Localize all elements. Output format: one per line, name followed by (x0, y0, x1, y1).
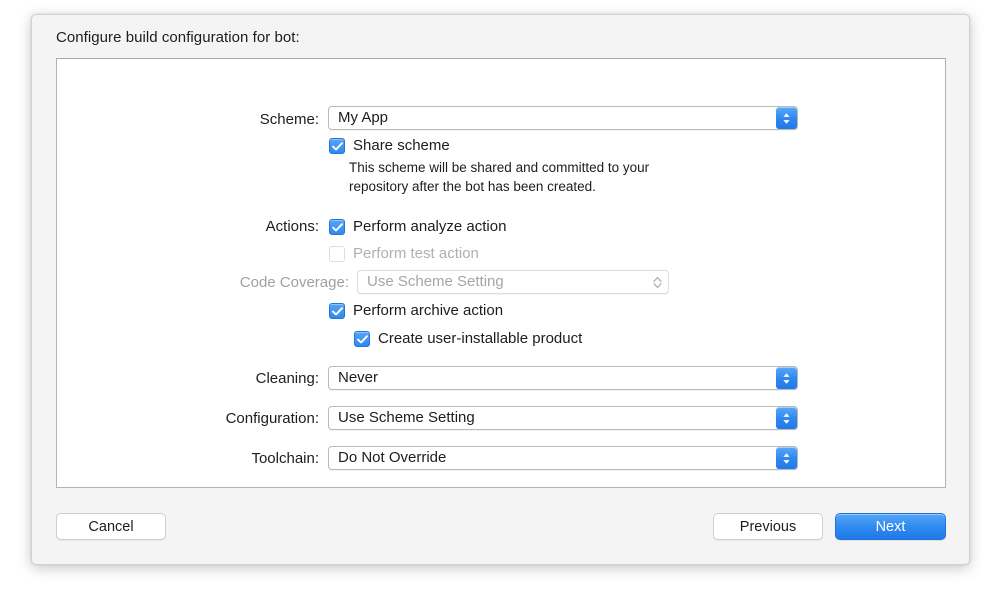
code-coverage-stepper-icon (647, 271, 668, 293)
perform-archive-action-row[interactable]: Perform archive action (329, 301, 503, 321)
configure-bot-dialog: Configure build configuration for bot: S… (31, 14, 970, 565)
configuration-popup-value: Use Scheme Setting (329, 407, 776, 429)
screen: Configure build configuration for bot: S… (0, 0, 1000, 602)
cleaning-popup-button[interactable]: Never (328, 366, 798, 390)
toolchain-label: Toolchain: (57, 450, 319, 467)
code-coverage-label: Code Coverage: (237, 274, 349, 291)
scheme-stepper-icon[interactable] (776, 107, 797, 129)
next-button[interactable]: Next (835, 513, 946, 540)
code-coverage-popup-button: Use Scheme Setting (357, 270, 669, 294)
share-scheme-help-text: This scheme will be shared and committed… (349, 158, 729, 196)
scheme-popup-value: My App (329, 107, 776, 129)
scheme-popup-button[interactable]: My App (328, 106, 798, 130)
perform-analyze-action-row[interactable]: Perform analyze action (329, 217, 506, 237)
perform-test-action-label: Perform test action (353, 244, 479, 264)
perform-archive-action-checkbox[interactable] (329, 303, 345, 319)
previous-button[interactable]: Previous (713, 513, 823, 540)
actions-label: Actions: (57, 218, 319, 235)
cleaning-label: Cleaning: (57, 370, 319, 387)
perform-analyze-action-label: Perform analyze action (353, 217, 506, 237)
create-user-installable-product-checkbox[interactable] (354, 331, 370, 347)
code-coverage-popup-value: Use Scheme Setting (358, 271, 647, 293)
cancel-button[interactable]: Cancel (56, 513, 166, 540)
form-content-box: Scheme: My App Share scheme (56, 58, 946, 488)
share-scheme-label: Share scheme (353, 136, 450, 156)
perform-test-action-checkbox (329, 246, 345, 262)
configuration-stepper-icon[interactable] (776, 407, 797, 429)
perform-test-action-row: Perform test action (329, 244, 479, 264)
toolchain-stepper-icon[interactable] (776, 447, 797, 469)
toolchain-popup-button[interactable]: Do Not Override (328, 446, 798, 470)
perform-archive-action-label: Perform archive action (353, 301, 503, 321)
cleaning-popup-value: Never (329, 367, 776, 389)
dialog-title: Configure build configuration for bot: (56, 29, 300, 46)
scheme-label: Scheme: (57, 111, 319, 128)
create-user-installable-product-row[interactable]: Create user-installable product (354, 329, 582, 349)
toolchain-popup-value: Do Not Override (329, 447, 776, 469)
share-scheme-checkbox[interactable] (329, 138, 345, 154)
cleaning-stepper-icon[interactable] (776, 367, 797, 389)
configuration-popup-button[interactable]: Use Scheme Setting (328, 406, 798, 430)
create-user-installable-product-label: Create user-installable product (378, 329, 582, 349)
perform-analyze-action-checkbox[interactable] (329, 219, 345, 235)
configuration-label: Configuration: (57, 410, 319, 427)
share-scheme-checkbox-row[interactable]: Share scheme (329, 136, 450, 156)
